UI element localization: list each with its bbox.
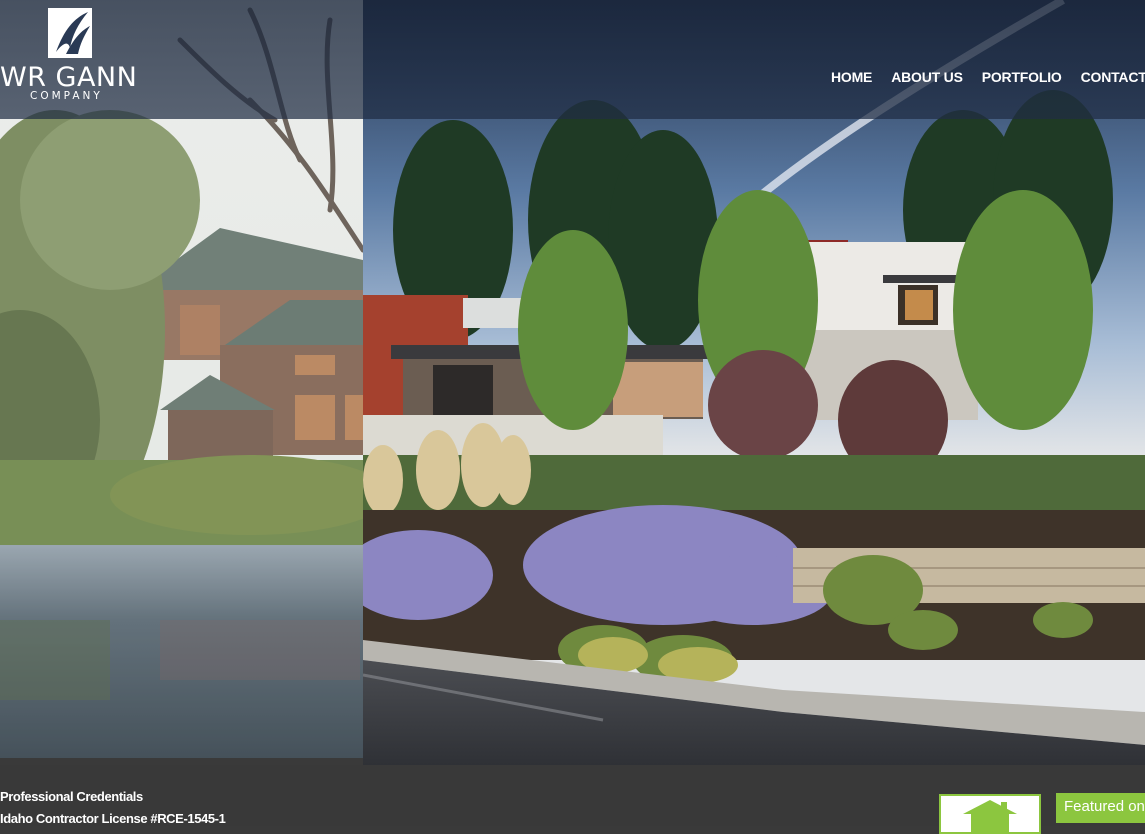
- brand-logo[interactable]: WR GANN COMPANY: [0, 6, 150, 106]
- nav-portfolio[interactable]: PORTFOLIO: [982, 69, 1062, 85]
- featured-on-badge[interactable]: Featured on: [1056, 793, 1145, 823]
- house-icon: [963, 800, 1017, 832]
- house-badge[interactable]: [939, 794, 1041, 834]
- brand-subtitle: COMPANY: [30, 90, 103, 102]
- main-nav: HOME ABOUT US PORTFOLIO CONTACT US: [831, 69, 1145, 87]
- contractor-license: Idaho Contractor License #RCE-1545-1: [0, 811, 226, 826]
- nav-home[interactable]: HOME: [831, 69, 872, 85]
- wr-gann-swoosh-logo-icon: [48, 8, 92, 58]
- site-header: WR GANN COMPANY HOME ABOUT US PORTFOLIO CON…: [0, 0, 1145, 119]
- nav-about-us[interactable]: ABOUT US: [891, 69, 963, 85]
- site-footer: Professional Credentials Idaho Contracto…: [0, 765, 1145, 834]
- brand-name: WR GANN: [0, 62, 138, 93]
- nav-contact-us[interactable]: CONTACT US: [1081, 69, 1145, 85]
- credentials-title: Professional Credentials: [0, 789, 143, 804]
